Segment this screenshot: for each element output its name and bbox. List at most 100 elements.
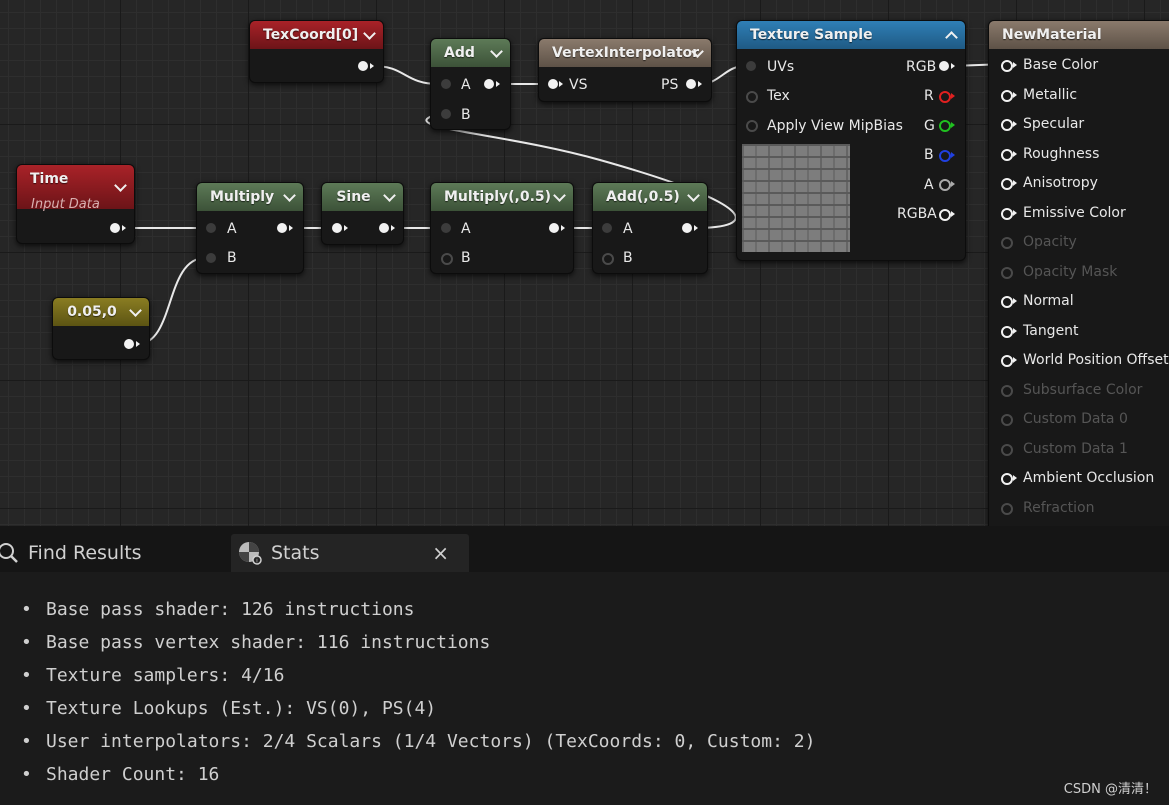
tab-stats[interactable]: i Stats ×	[231, 534, 469, 572]
node-time[interactable]: Time Input Data	[16, 164, 135, 244]
input-pin-material[interactable]	[1001, 355, 1013, 367]
output-pin-b[interactable]	[939, 150, 951, 162]
pin-arrow-icon	[951, 93, 955, 99]
output-pin[interactable]	[682, 223, 692, 233]
input-pin-material[interactable]	[1001, 296, 1013, 308]
pin-arrow-icon	[1013, 357, 1017, 363]
input-pin-a[interactable]	[206, 223, 216, 233]
input-pin-vs[interactable]	[548, 79, 558, 89]
node-multiply-half[interactable]: Multiply(,0.5) A B	[430, 182, 574, 274]
node-add-half[interactable]: Add(,0.5) A B	[592, 182, 708, 274]
input-pin-b[interactable]	[602, 253, 614, 265]
tab-find-results[interactable]: Find Results	[0, 534, 220, 572]
output-pin-ps[interactable]	[686, 79, 696, 89]
search-icon	[0, 543, 18, 563]
close-icon[interactable]: ×	[432, 541, 449, 565]
pin-arrow-icon	[559, 81, 563, 87]
input-pin-material	[1001, 414, 1013, 426]
pin-arrow-icon	[1013, 150, 1017, 157]
node-vertex-interpolator[interactable]: VertexInterpolator VS PS	[538, 38, 712, 102]
bullet-icon: •	[21, 632, 32, 653]
input-pin-material[interactable]	[1001, 207, 1013, 220]
input-pin-material[interactable]	[1001, 148, 1013, 161]
pin-arrow-icon	[698, 81, 702, 87]
stats-line: • Shader Count: 16	[21, 764, 219, 786]
node-sine[interactable]: Sine	[321, 182, 404, 245]
tab-label: Stats	[271, 542, 320, 564]
input-pin-material[interactable]	[1001, 178, 1013, 190]
pin-arrow-icon	[1013, 209, 1017, 216]
input-pin-material[interactable]	[1001, 119, 1013, 131]
pin-label-g: G	[924, 118, 935, 134]
pin-label-mipbias: Apply View MipBias	[767, 118, 903, 134]
stats-line: • Base pass vertex shader: 116 instructio…	[21, 632, 490, 654]
material-input-label: Roughness	[1023, 145, 1100, 162]
input-pin-tex[interactable]	[746, 91, 758, 103]
output-pin[interactable]	[110, 223, 120, 233]
material-input-label: Refraction	[1023, 499, 1095, 516]
input-pin-a[interactable]	[602, 223, 612, 233]
material-input-label: Metallic	[1023, 86, 1078, 103]
node-subtitle: Input Data	[31, 197, 100, 212]
pin-arrow-icon	[694, 225, 698, 231]
pin-arrow-icon	[391, 225, 395, 231]
input-pin-b[interactable]	[206, 253, 216, 263]
output-pin[interactable]	[549, 223, 559, 233]
node-texcoord[interactable]: TexCoord[0]	[249, 20, 384, 83]
pin-arrow-icon	[951, 152, 955, 158]
material-input-label: Anisotropy	[1023, 175, 1098, 191]
texture-thumbnail	[742, 144, 850, 252]
stats-text: Texture Lookups (Est.): VS(0), PS(4)	[46, 698, 437, 719]
material-input-label: World Position Offset	[1023, 352, 1169, 368]
input-pin-material[interactable]	[1001, 60, 1013, 72]
stats-line: • User interpolators: 2/4 Scalars (1/4 Ve…	[21, 731, 815, 753]
pin-label-a: A	[924, 177, 934, 193]
pin-label-b: B	[924, 147, 934, 163]
node-add[interactable]: Add A B	[430, 38, 511, 130]
pin-label-ps: PS	[661, 77, 679, 93]
input-pin-a[interactable]	[441, 223, 451, 233]
material-input-label: Subsurface Color	[1023, 381, 1143, 398]
output-pin-r[interactable]	[939, 91, 951, 103]
stats-text: Shader Count: 16	[46, 764, 220, 785]
node-texture-sample[interactable]: Texture Sample UVs Tex Apply View MipBia…	[736, 20, 966, 261]
input-pin-b[interactable]	[441, 253, 453, 265]
node-title: Multiply(,0.5)	[431, 183, 573, 211]
output-pin-a[interactable]	[939, 179, 951, 191]
material-input-label: Normal	[1023, 293, 1074, 309]
stats-text: Texture samplers: 4/16	[46, 665, 285, 686]
output-pin-rgb[interactable]	[939, 61, 949, 71]
stats-text: User interpolators: 2/4 Scalars (1/4 Vec…	[46, 731, 816, 752]
input-pin-mipbias[interactable]	[746, 120, 758, 132]
output-pin[interactable]	[484, 79, 494, 89]
output-pin-g[interactable]	[939, 120, 951, 132]
output-pin[interactable]	[379, 223, 389, 233]
material-input-label: Custom Data 1	[1023, 440, 1128, 457]
material-graph-canvas[interactable]: TexCoord[0] Add A B VertexInterpolator V…	[0, 0, 1169, 526]
input-pin[interactable]	[332, 223, 342, 233]
node-material-result[interactable]: NewMaterial Base Color Metallic Specular Ro…	[988, 20, 1169, 526]
pin-arrow-icon	[1013, 121, 1017, 127]
node-multiply[interactable]: Multiply A B	[196, 182, 304, 274]
pin-arrow-icon	[951, 181, 955, 187]
pin-arrow-icon	[136, 341, 140, 347]
bullet-icon: •	[21, 731, 32, 752]
pin-arrow-icon	[951, 63, 955, 69]
input-pin-uvs[interactable]	[746, 61, 756, 71]
input-pin-material[interactable]	[1001, 473, 1013, 485]
output-pin[interactable]	[277, 223, 287, 233]
input-pin-a[interactable]	[441, 79, 451, 89]
input-pin-material[interactable]	[1001, 325, 1013, 338]
output-pin[interactable]	[124, 339, 134, 349]
output-pin[interactable]	[358, 61, 368, 71]
input-pin-material[interactable]	[1001, 89, 1013, 102]
pin-arrow-icon	[122, 225, 126, 231]
input-pin-b[interactable]	[441, 109, 451, 119]
input-pin-material	[1001, 237, 1013, 249]
pin-label-b: B	[227, 250, 237, 266]
bullet-icon: •	[21, 764, 32, 785]
output-pin-rgba[interactable]	[939, 209, 951, 221]
input-pin-material	[1001, 443, 1013, 456]
pin-label-b: B	[461, 107, 471, 123]
node-constant[interactable]: 0.05,0	[52, 297, 150, 360]
